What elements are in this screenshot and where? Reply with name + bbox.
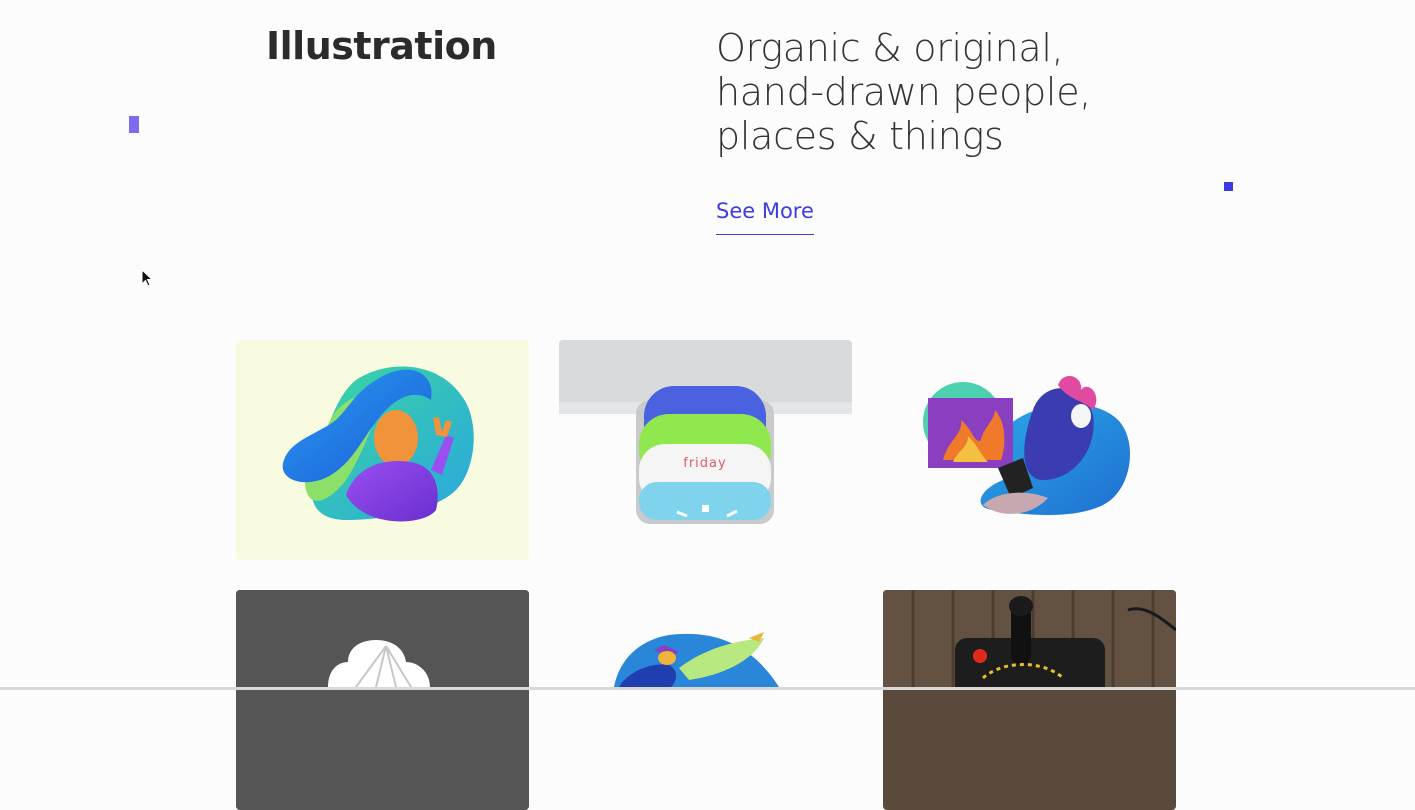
mouse-cursor-icon — [141, 269, 153, 287]
section-headline: Organic & original, hand-drawn people, p… — [716, 26, 1136, 158]
gallery-card-fire-laptop[interactable] — [883, 340, 1176, 560]
headline-line: places & things — [716, 114, 1004, 158]
gallery-card-cloud[interactable] — [236, 590, 529, 810]
gallery-card-peace-sign[interactable] — [236, 340, 529, 560]
gallery-card-joystick[interactable] — [883, 590, 1176, 810]
cloud-illustration — [236, 590, 529, 687]
section-title: Illustration — [266, 24, 497, 68]
headline-line: Organic & original, — [716, 26, 1064, 70]
calendar-day-label: friday — [683, 456, 726, 471]
joystick-photo — [883, 590, 1176, 687]
calendar-friday-illustration: friday — [559, 340, 852, 524]
peace-sign-person-illustration — [282, 366, 474, 522]
fire-laptop-person-illustration — [923, 375, 1130, 515]
decorative-shape — [1224, 182, 1233, 191]
gallery-card-bird[interactable] — [559, 590, 852, 810]
gallery-card-calendar[interactable]: friday — [559, 340, 852, 560]
decorative-shape — [129, 116, 139, 133]
bird-illustration — [614, 632, 779, 687]
headline-line: hand-drawn people, — [716, 70, 1092, 114]
see-more-link[interactable]: See More — [716, 199, 814, 235]
